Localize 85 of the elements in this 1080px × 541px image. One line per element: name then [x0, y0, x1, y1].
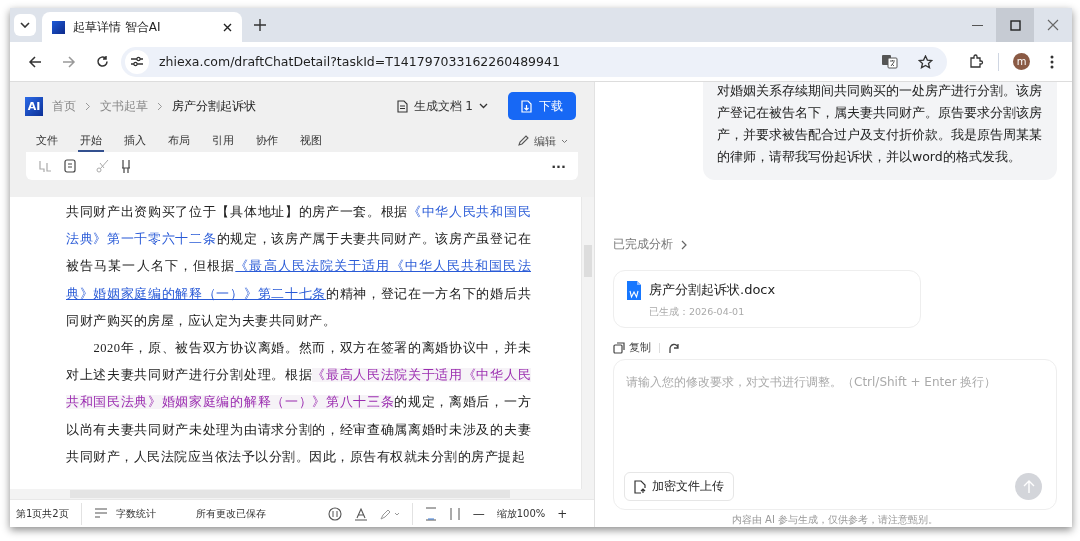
forward-icon[interactable]	[62, 55, 76, 68]
bookmark-star-icon[interactable]	[918, 54, 933, 69]
upload-button[interactable]: 加密文件上传	[624, 472, 734, 501]
document-text-line: 被告马某一人名下，但根据《最高人民法院关于适用《中华人民共和国民法	[66, 258, 531, 276]
reading-mode-icon[interactable]	[327, 506, 342, 521]
menu-tab[interactable]: 文件	[34, 130, 60, 152]
page-view-icon[interactable]	[424, 506, 437, 521]
document-icon	[396, 99, 408, 113]
citation-link[interactable]: 《最高人民法院关于适用《中华人民共和国民法	[235, 259, 531, 274]
menu-tab[interactable]: 视图	[298, 130, 324, 152]
site-settings-button[interactable]	[125, 49, 149, 74]
pencil-icon	[517, 135, 529, 147]
document-text-line: 同财产购买的房屋，应认定为夫妻共同财产。	[66, 312, 337, 330]
message-input[interactable]: 请输入您的修改要求，对文书进行调整。（Ctrl/Shift + Enter 换行） 加密文件上传	[613, 359, 1057, 510]
menu-tab[interactable]: 插入	[122, 130, 148, 152]
file-upload-icon	[634, 479, 646, 494]
word-file-icon	[627, 281, 641, 300]
zoom-in-button[interactable]: +	[557, 506, 568, 521]
text-icon[interactable]	[353, 506, 368, 521]
user-message: 对婚姻关系存续期间共同购买的一处房产进行分割。该房产登记在被告名下，属夫妻共同财产。原告要求分割该房产，并要求被告配合过户及支付折价款。我是原告周某某的律师，请帮我写份起诉状，并以word的格式发我。	[703, 82, 1057, 180]
url-text: zhiexa.com/draftChatDetail?taskId=T141797033162260489941	[159, 54, 561, 69]
reload-icon[interactable]	[96, 55, 109, 68]
chevron-icon	[157, 101, 163, 111]
extensions-icon[interactable]	[969, 54, 984, 69]
document-text-line: 法典》第一千零六十二条 的规定，该房产属于夫妻共同财产。该房产虽登记在	[66, 231, 531, 249]
edit-mode-select[interactable]: 编辑	[517, 133, 568, 149]
clipboard-icon[interactable]	[64, 159, 76, 173]
chevron-icon	[681, 239, 687, 250]
caret-icon	[479, 103, 488, 109]
tab-list-button[interactable]	[14, 14, 36, 36]
arrow-up-icon	[1022, 479, 1035, 494]
menu-tab[interactable]: 布局	[166, 130, 192, 152]
maximize-icon	[1009, 19, 1021, 31]
copy-icon	[613, 342, 625, 354]
copy-button[interactable]: 复制	[613, 341, 651, 355]
analysis-toggle[interactable]: 已完成分析	[613, 236, 1057, 253]
file-date: 已生成：2026-04-01	[649, 306, 746, 319]
caret-icon	[561, 138, 568, 144]
citation-link[interactable]: 典》婚姻家庭编的解释（一）》第二十七条	[66, 286, 326, 301]
new-tab-icon[interactable]	[254, 19, 266, 31]
document-select[interactable]: 生成文档 1	[396, 97, 488, 115]
save-status: 所有更改已保存	[195, 506, 266, 521]
file-name: 房产分割起诉状.docx	[649, 281, 776, 299]
document-text-line: 典》婚姻家庭编的解释（一）》第二十七条 的精神，登记在一方名下的婚后共	[66, 285, 531, 303]
menu-tab[interactable]: 协作	[254, 130, 280, 152]
pen-icon[interactable]	[379, 507, 400, 520]
tab-title: 起草详情 智合AI	[73, 18, 162, 36]
document-text-line: 2020年，原、被告双方协议离婚。然而，双方在签署的离婚协议中，并未	[92, 340, 531, 357]
citation-link[interactable]: 共和国民法典》婚姻家庭编的解释（一）》第八十三条	[66, 395, 395, 410]
profile-avatar[interactable]: m	[1013, 53, 1030, 70]
download-icon	[521, 99, 533, 113]
translate-icon[interactable]	[882, 54, 898, 69]
maximize-button[interactable]	[996, 8, 1034, 42]
document-text-line: 共同财产出资购买了位于【具体地址】的房产一套。根据《中华人民共和国民	[66, 204, 531, 221]
zoom-level: 缩放100%	[496, 506, 546, 521]
document-text-line: 以尚有夫妻共同财产未处理为由请求分割的，经审查确属离婚时未涉及的夫妻	[66, 421, 531, 439]
document-text-line: 共和国民法典》婚姻家庭编的解释（一）》第八十三条的规定，离婚后，一方	[66, 394, 531, 412]
document-text-line: 共同财产，人民法院应当依法予以分割。因此，原告有权就未分割的房产提起	[66, 448, 526, 466]
logo-icon	[52, 20, 65, 34]
citation-link[interactable]: 《最高人民法院关于适用《中华人民	[312, 368, 531, 383]
citation-link[interactable]: 法典》第一千零六十二条	[66, 232, 217, 247]
chevron-icon	[85, 101, 91, 111]
download-button[interactable]: 下载	[508, 92, 576, 120]
close-icon	[1047, 19, 1059, 31]
back-icon[interactable]	[28, 55, 42, 68]
close-icon[interactable]	[223, 22, 232, 32]
menu-icon[interactable]	[1050, 54, 1054, 69]
citation-link[interactable]: 《中华人民共和国民	[408, 205, 531, 219]
redo-icon[interactable]	[668, 342, 680, 354]
more-button[interactable]: ···	[551, 158, 566, 174]
address-bar[interactable]: zhiexa.com/draftChatDetail?taskId=T141797033162260489941	[121, 46, 947, 77]
caret-icon	[20, 22, 30, 28]
document-text-line: 对上述夫妻共同财产进行分割处理。根据《最高人民法院关于适用《中华人民	[66, 367, 531, 385]
page-count: 第1页共2页	[16, 506, 69, 521]
zoom-out-button[interactable]: —	[472, 506, 485, 521]
disclaimer: 内容由 AI 参与生成，仅供参考，请注意甄别。	[730, 513, 940, 527]
browser-tab[interactable]: 起草详情 智合AI	[42, 12, 242, 42]
paste-icon[interactable]	[121, 158, 131, 174]
word-count-button[interactable]: 字数统计	[115, 506, 156, 521]
file-card[interactable]: 房产分割起诉状.docx 已生成：2026-04-01	[613, 270, 921, 328]
app-logo[interactable]: AI	[25, 96, 43, 116]
page-title: 房产分割起诉状	[172, 98, 256, 114]
menu-tab[interactable]: 引用	[210, 130, 236, 152]
sliders-icon	[131, 56, 143, 67]
horizontal-scrollbar[interactable]	[10, 489, 594, 499]
